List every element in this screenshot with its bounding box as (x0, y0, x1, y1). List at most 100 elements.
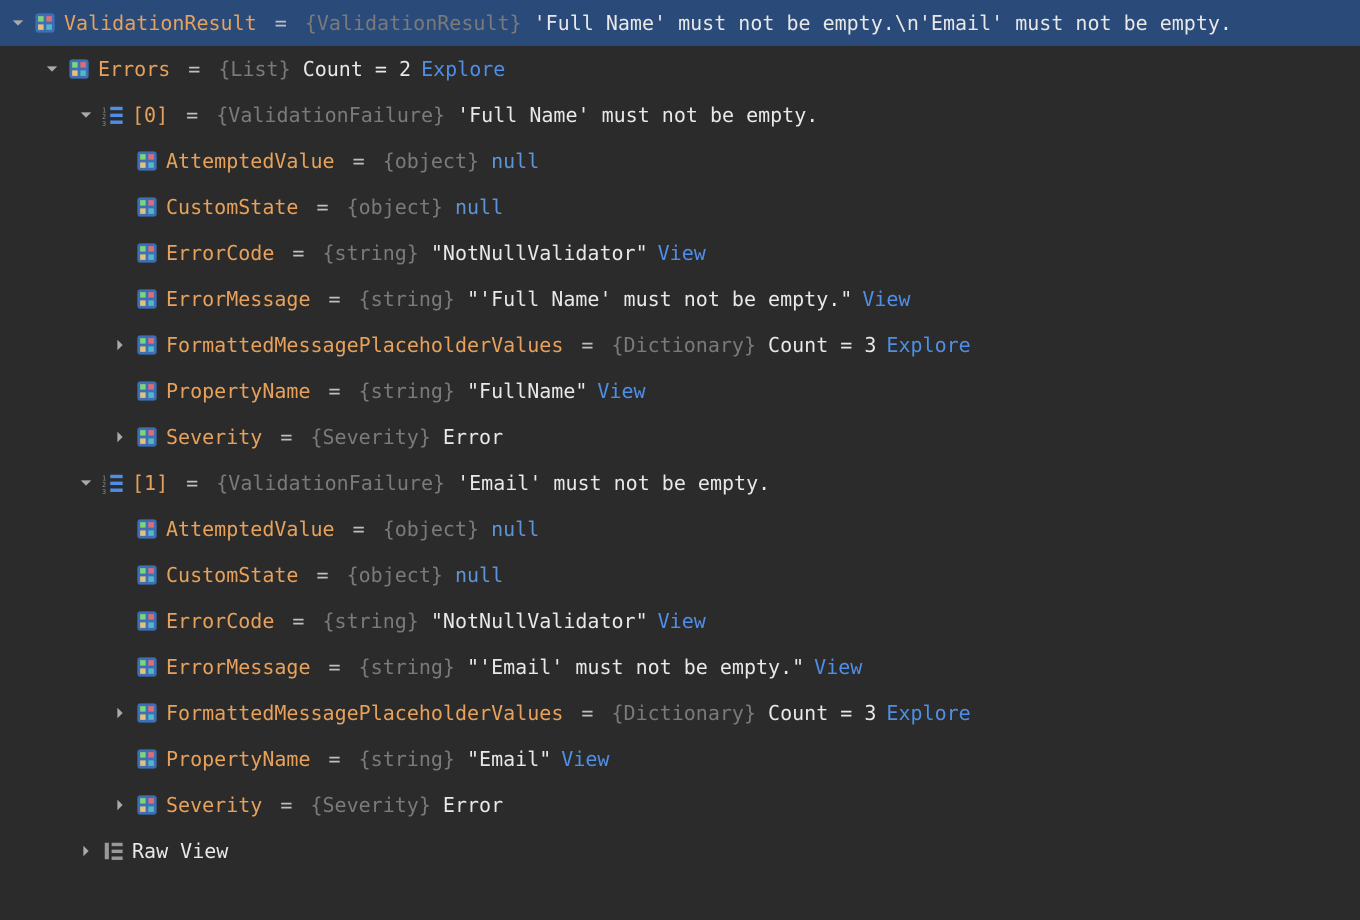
property-value: Count = 3 (768, 701, 876, 725)
view-link[interactable]: View (597, 379, 645, 403)
property-name: PropertyName (166, 747, 311, 771)
item-summary: 'Full Name' must not be empty. (457, 103, 818, 127)
object-icon (68, 58, 90, 80)
property-value: "'Full Name' must not be empty." (467, 287, 852, 311)
property-row[interactable]: CustomState = {object} null (0, 552, 1360, 598)
view-link[interactable]: View (561, 747, 609, 771)
property-type: {object} (383, 149, 479, 173)
raw-view-icon (102, 840, 124, 862)
property-row[interactable]: CustomState = {object} null (0, 184, 1360, 230)
variable-name: ValidationResult (64, 11, 257, 35)
raw-view-label: Raw View (132, 839, 228, 863)
expand-toggle[interactable] (42, 59, 62, 79)
object-icon (136, 380, 158, 402)
property-name: ErrorMessage (166, 287, 311, 311)
object-icon (136, 794, 158, 816)
property-type: {object} (383, 517, 479, 541)
property-name: FormattedMessagePlaceholderValues (166, 333, 563, 357)
property-type: {object} (347, 195, 443, 219)
property-name: AttemptedValue (166, 149, 335, 173)
property-name: AttemptedValue (166, 517, 335, 541)
item-summary: 'Email' must not be empty. (457, 471, 770, 495)
property-name: ErrorMessage (166, 655, 311, 679)
property-row[interactable]: Severity = {Severity} Error (0, 782, 1360, 828)
property-name: CustomState (166, 195, 298, 219)
property-type: {string} (323, 609, 419, 633)
object-icon (136, 426, 158, 448)
object-icon (136, 748, 158, 770)
property-type: {Severity} (310, 793, 430, 817)
view-link[interactable]: View (862, 287, 910, 311)
property-value: "FullName" (467, 379, 587, 403)
expand-toggle[interactable] (8, 13, 28, 33)
view-link[interactable]: Explore (886, 701, 970, 725)
object-icon (136, 334, 158, 356)
view-link[interactable]: View (658, 609, 706, 633)
property-name: Errors (98, 57, 170, 81)
property-value: Count = 3 (768, 333, 876, 357)
property-row[interactable]: ErrorMessage = {string} "'Full Name' mus… (0, 276, 1360, 322)
property-row[interactable]: ErrorMessage = {string} "'Email' must no… (0, 644, 1360, 690)
property-name: ErrorCode (166, 609, 274, 633)
property-row[interactable]: AttemptedValue = {object} null (0, 138, 1360, 184)
expand-toggle[interactable] (76, 841, 96, 861)
property-name: CustomState (166, 563, 298, 587)
property-value: null (455, 563, 503, 587)
object-icon (136, 656, 158, 678)
property-value: Count = 2 (303, 57, 411, 81)
list-item-row[interactable]: [0] = {ValidationFailure} 'Full Name' mu… (0, 92, 1360, 138)
property-row[interactable]: FormattedMessagePlaceholderValues = {Dic… (0, 322, 1360, 368)
property-row[interactable]: ErrorCode = {string} "NotNullValidator"V… (0, 230, 1360, 276)
expand-toggle[interactable] (110, 703, 130, 723)
expand-toggle[interactable] (76, 105, 96, 125)
property-type: {object} (347, 563, 443, 587)
object-icon (136, 702, 158, 724)
view-link[interactable]: Explore (886, 333, 970, 357)
property-name: Severity (166, 425, 262, 449)
property-row[interactable]: Severity = {Severity} Error (0, 414, 1360, 460)
property-row[interactable]: PropertyName = {string} "FullName"View (0, 368, 1360, 414)
property-value: "NotNullValidator" (431, 241, 648, 265)
expand-toggle[interactable] (110, 427, 130, 447)
property-value: null (491, 149, 539, 173)
property-row[interactable]: AttemptedValue = {object} null (0, 506, 1360, 552)
property-type: {Dictionary} (611, 333, 756, 357)
item-type: {ValidationFailure} (216, 103, 445, 127)
view-link[interactable]: View (658, 241, 706, 265)
property-type: {string} (323, 241, 419, 265)
property-type: {string} (359, 379, 455, 403)
property-value: "NotNullValidator" (431, 609, 648, 633)
property-type: {List} (218, 57, 290, 81)
property-value: null (491, 517, 539, 541)
property-value: null (455, 195, 503, 219)
item-index: [1] (132, 471, 168, 495)
object-icon (136, 610, 158, 632)
list-item-icon (102, 472, 124, 494)
expand-toggle[interactable] (110, 335, 130, 355)
root-row[interactable]: ValidationResult = {ValidationResult} 'F… (0, 0, 1360, 46)
list-item-row[interactable]: [1] = {ValidationFailure} 'Email' must n… (0, 460, 1360, 506)
explore-link[interactable]: Explore (421, 57, 505, 81)
view-link[interactable]: View (814, 655, 862, 679)
object-icon (34, 12, 56, 34)
errors-row[interactable]: Errors = {List} Count = 2Explore (0, 46, 1360, 92)
property-type: {string} (359, 655, 455, 679)
raw-view-row[interactable]: Raw View (0, 828, 1360, 874)
property-row[interactable]: PropertyName = {string} "Email"View (0, 736, 1360, 782)
object-icon (136, 196, 158, 218)
property-row[interactable]: ErrorCode = {string} "NotNullValidator"V… (0, 598, 1360, 644)
expand-toggle[interactable] (76, 473, 96, 493)
item-type: {ValidationFailure} (216, 471, 445, 495)
property-name: ErrorCode (166, 241, 274, 265)
property-type: {string} (359, 747, 455, 771)
variable-value: 'Full Name' must not be empty.\n'Email' … (534, 11, 1232, 35)
expand-toggle[interactable] (110, 795, 130, 815)
property-type: {Severity} (310, 425, 430, 449)
object-icon (136, 242, 158, 264)
list-item-icon (102, 104, 124, 126)
property-value: Error (443, 793, 503, 817)
object-icon (136, 518, 158, 540)
object-icon (136, 150, 158, 172)
variable-type: {ValidationResult} (305, 11, 522, 35)
property-row[interactable]: FormattedMessagePlaceholderValues = {Dic… (0, 690, 1360, 736)
